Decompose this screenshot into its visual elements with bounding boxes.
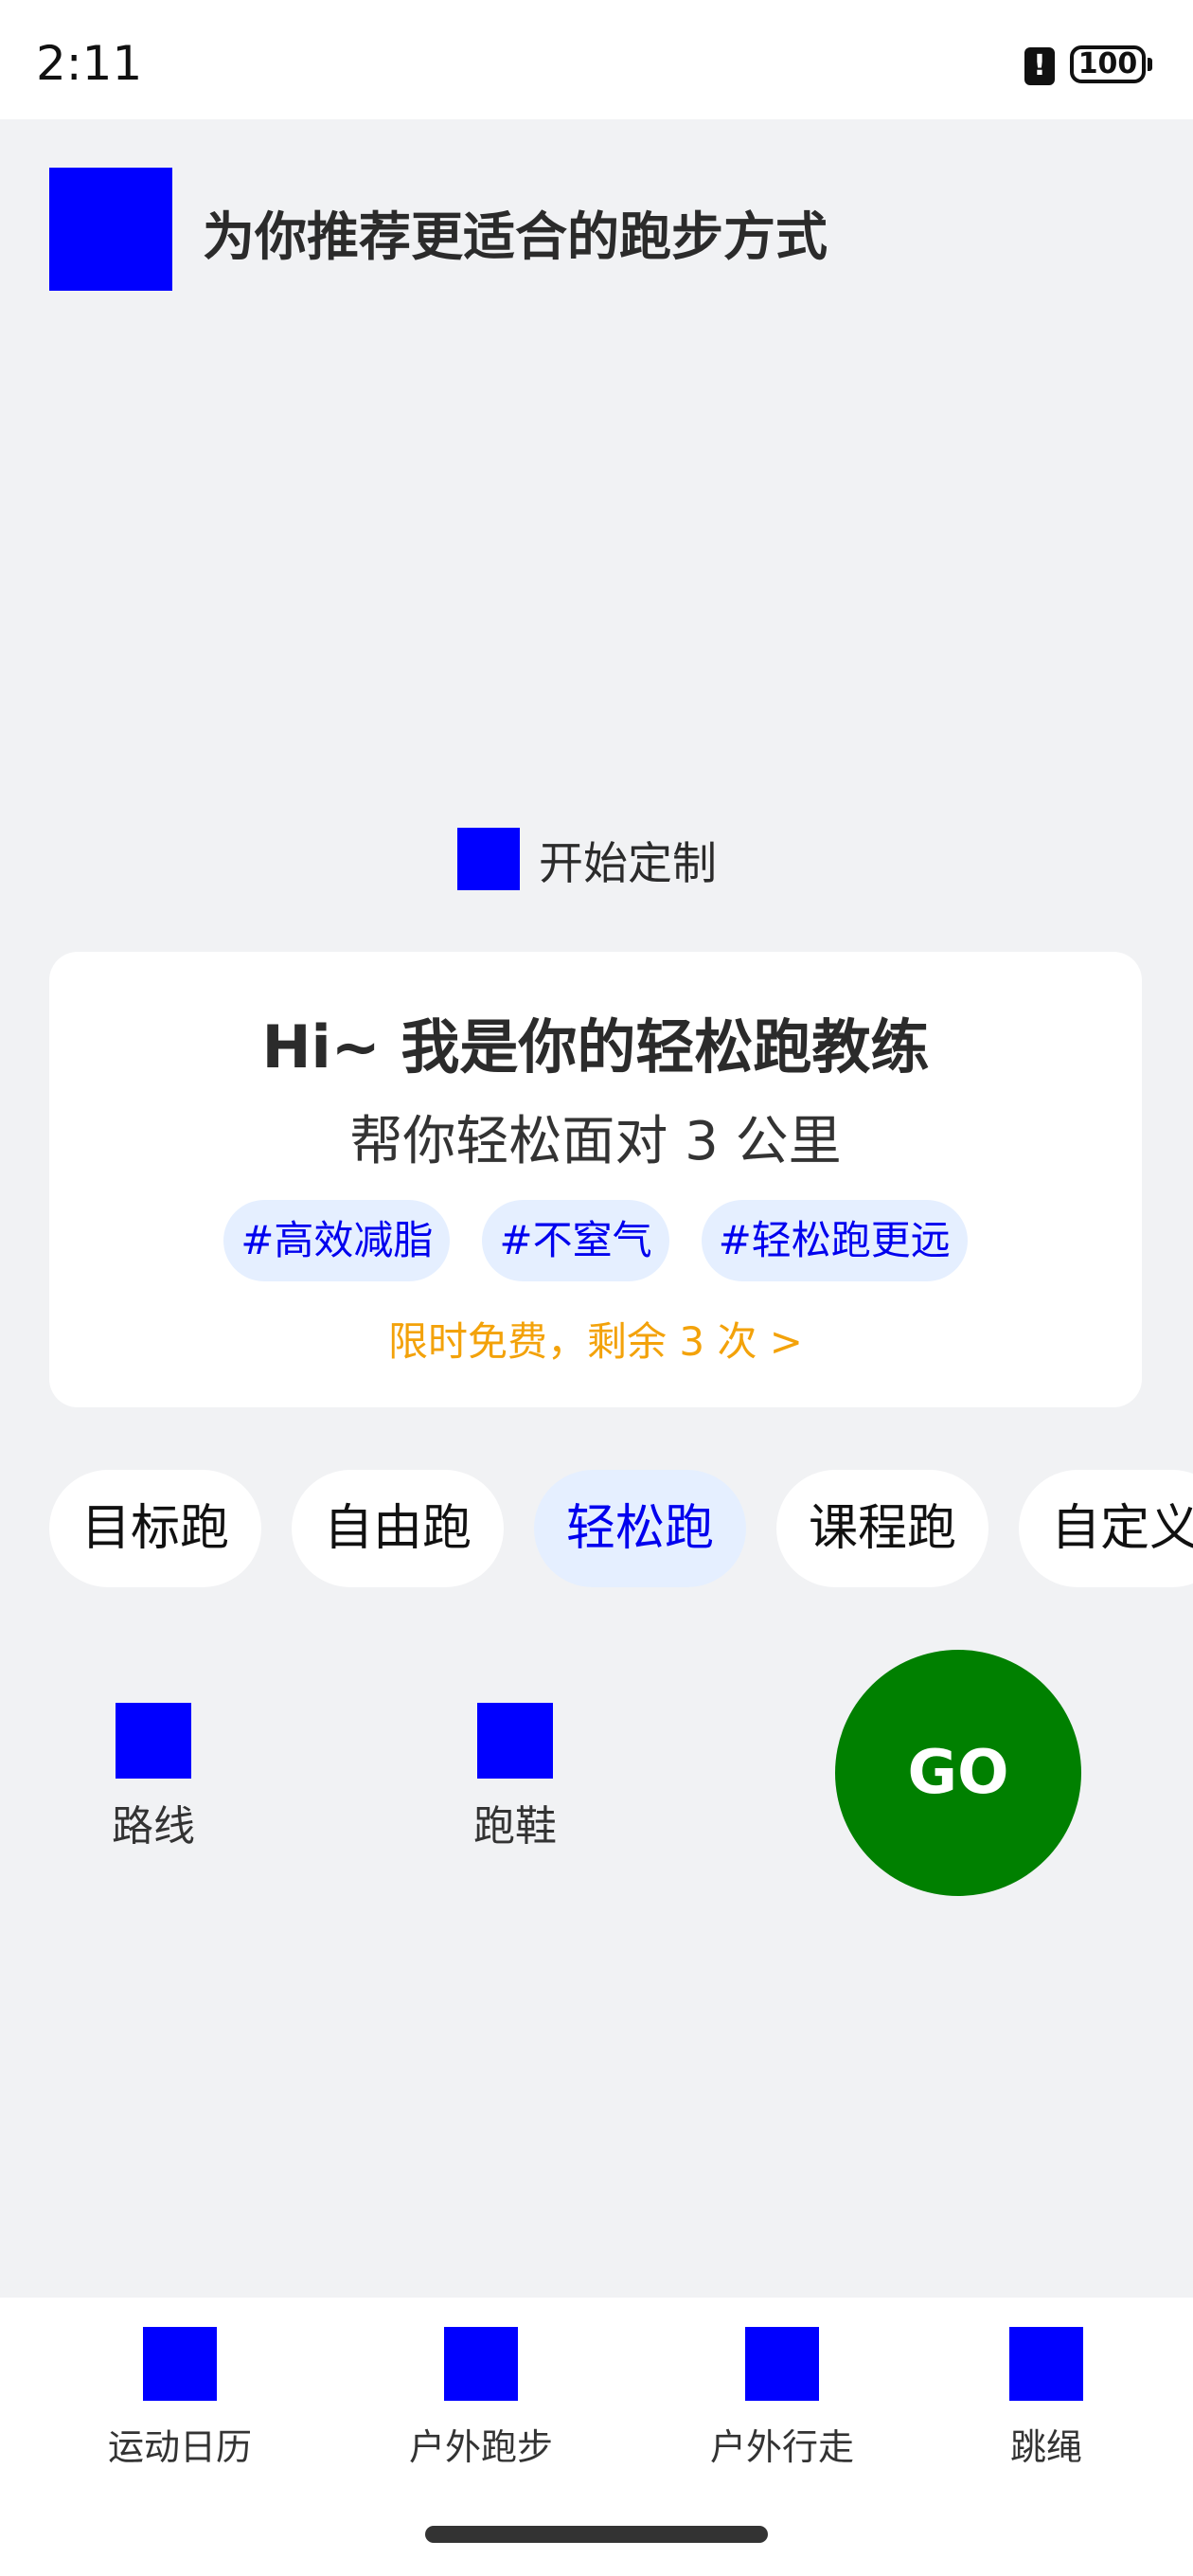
jump-rope-icon — [1009, 2327, 1083, 2401]
tag-run-farther: #轻松跑更远 — [701, 1200, 968, 1281]
route-label: 路线 — [112, 1802, 195, 1851]
nav-item-jump-rope[interactable]: 跳绳 — [942, 2327, 1150, 2470]
battery-tip — [1148, 58, 1152, 71]
tab-target-run[interactable]: 目标跑 — [49, 1470, 262, 1587]
tab-course-run[interactable]: 课程跑 — [776, 1470, 989, 1587]
nav-item-outdoor-walk[interactable]: 户外行走 — [678, 2327, 886, 2470]
customize-label: 开始定制 — [539, 837, 717, 890]
status-bar — [0, 0, 1193, 119]
tab-free-run[interactable]: 自由跑 — [292, 1470, 505, 1587]
shoes-button[interactable]: 跑鞋 — [420, 1703, 610, 1852]
outdoor-walk-icon — [745, 2327, 819, 2401]
calendar-icon — [143, 2327, 217, 2401]
tab-custom[interactable]: 自定义 — [1019, 1470, 1193, 1587]
route-icon — [116, 1703, 191, 1779]
shoes-icon — [477, 1703, 553, 1779]
start-customize-button[interactable]: 开始定制 — [457, 828, 717, 890]
tab-easy-run[interactable]: 轻松跑 — [534, 1470, 747, 1587]
status-time: 2:11 — [36, 36, 143, 91]
outdoor-run-icon — [444, 2327, 518, 2401]
tag-fat-loss: #高效减脂 — [223, 1200, 451, 1281]
battery-icon: 100 — [1070, 45, 1146, 83]
nav-item-calendar[interactable]: 运动日历 — [76, 2327, 284, 2470]
header-icon — [49, 168, 172, 291]
customize-icon — [457, 828, 520, 890]
coach-card: Hi~ 我是你的轻松跑教练 帮你轻松面对 3 公里 #高效减脂 #不窒气 #轻松… — [49, 952, 1142, 1407]
nav-label-jump-rope: 跳绳 — [1009, 2426, 1082, 2468]
tag-no-breathless: #不窒气 — [482, 1200, 669, 1281]
nav-label-calendar: 运动日历 — [107, 2426, 252, 2468]
run-mode-tabs: 目标跑 自由跑 轻松跑 课程跑 自定义 — [49, 1470, 1193, 1587]
nav-label-outdoor-run: 户外跑步 — [408, 2426, 553, 2468]
home-indicator[interactable] — [425, 2526, 768, 2543]
go-button[interactable]: GO — [835, 1650, 1081, 1896]
alert-icon: ! — [1024, 47, 1055, 85]
nav-label-outdoor-walk: 户外行走 — [709, 2426, 854, 2468]
coach-tags: #高效减脂 #不窒气 #轻松跑更远 — [49, 1200, 1142, 1281]
page-title: 为你推荐更适合的跑步方式 — [203, 206, 828, 267]
nav-item-outdoor-run[interactable]: 户外跑步 — [377, 2327, 585, 2470]
shoes-label: 跑鞋 — [473, 1802, 557, 1851]
coach-title: Hi~ 我是你的轻松跑教练 — [261, 1012, 930, 1082]
route-button[interactable]: 路线 — [59, 1703, 248, 1852]
free-trial-link[interactable]: 限时免费，剩余 3 次 > — [49, 1310, 1142, 1368]
coach-subtitle: 帮你轻松面对 3 公里 — [349, 1111, 842, 1172]
